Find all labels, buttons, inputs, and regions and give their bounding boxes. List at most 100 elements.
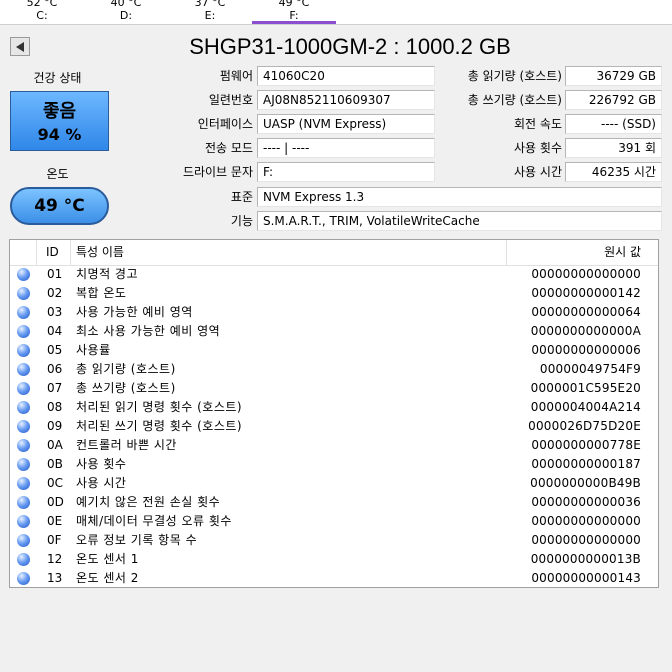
- attribute-raw-value: 00000000000187: [531, 457, 641, 471]
- interface-label: 인터페이스: [197, 117, 253, 131]
- blue-circle-icon: [17, 534, 30, 547]
- previous-drive-button[interactable]: [10, 37, 30, 56]
- temperature-badge[interactable]: 49 °C: [10, 187, 109, 225]
- column-header-name[interactable]: 특성 이름: [76, 240, 124, 265]
- table-row[interactable]: 08 처리된 읽기 명령 횟수 (호스트) 0000004004A214: [10, 398, 658, 417]
- attribute-id: 03: [47, 305, 63, 319]
- attribute-name: 사용 가능한 예비 영역: [76, 305, 193, 319]
- attribute-raw-value: 0000000000778E: [531, 438, 641, 452]
- attribute-raw-value: 0000004004A214: [530, 400, 641, 414]
- attribute-name: 총 읽기량 (호스트): [76, 362, 176, 376]
- health-status-label: 건강 상태: [33, 71, 82, 85]
- attribute-raw-value: 00000000000000: [531, 514, 641, 528]
- power-on-count-value: 391 회: [565, 138, 662, 158]
- drive-letter-label: 드라이브 문자: [182, 165, 253, 179]
- attribute-id: 0B: [47, 457, 63, 471]
- attribute-name: 온도 센서 2: [76, 571, 139, 585]
- blue-circle-icon: [17, 382, 30, 395]
- drive-tab-bar: 52 °C C: 40 °C D: 37 °C E: 49 °C F:: [0, 0, 672, 25]
- blue-circle-icon: [17, 553, 30, 566]
- blue-circle-icon: [17, 477, 30, 490]
- power-on-hours-label: 사용 시간: [514, 165, 562, 179]
- table-row[interactable]: 05 사용률 00000000000006: [10, 341, 658, 360]
- column-header-id[interactable]: ID: [46, 240, 59, 265]
- drive-tab-letter: C:: [36, 9, 48, 22]
- standard-value: NVM Express 1.3: [257, 187, 662, 207]
- rotation-speed-value: ---- (SSD): [565, 114, 662, 134]
- blue-circle-icon: [17, 363, 30, 376]
- drive-tab-c[interactable]: 52 °C C:: [0, 0, 84, 24]
- attribute-name: 사용 횟수: [76, 457, 127, 471]
- drive-tab-letter: E:: [204, 9, 216, 22]
- attribute-id: 0D: [47, 495, 64, 509]
- table-row[interactable]: 0E 매체/데이터 무결성 오류 횟수 00000000000000: [10, 512, 658, 531]
- drive-tab-d[interactable]: 40 °C D:: [84, 0, 168, 24]
- attribute-id: 12: [47, 552, 63, 566]
- blue-circle-icon: [17, 344, 30, 357]
- table-row[interactable]: 02 복합 온도 00000000000142: [10, 284, 658, 303]
- blue-circle-icon: [17, 572, 30, 585]
- attribute-id: 0A: [47, 438, 63, 452]
- features-value: S.M.A.R.T., TRIM, VolatileWriteCache: [257, 211, 662, 231]
- drive-tab-letter: F:: [289, 9, 299, 22]
- table-row[interactable]: 01 치명적 경고 00000000000000: [10, 265, 658, 284]
- drive-letter-value: F:: [257, 162, 435, 182]
- firmware-value: 41060C20: [257, 66, 435, 86]
- drive-tab-f[interactable]: 49 °C F:: [252, 0, 336, 24]
- attribute-id: 08: [47, 400, 63, 414]
- blue-circle-icon: [17, 287, 30, 300]
- attribute-id: 07: [47, 381, 63, 395]
- table-row[interactable]: 07 총 쓰기량 (호스트) 0000001C595E20: [10, 379, 658, 398]
- table-row[interactable]: 0F 오류 정보 기록 항목 수 00000000000000: [10, 531, 658, 550]
- attribute-name: 총 쓰기량 (호스트): [76, 381, 176, 395]
- health-status-badge[interactable]: 좋음 94 %: [10, 91, 109, 151]
- smart-attributes-table[interactable]: ID 특성 이름 원시 값 01 치명적 경고 00000000000000 02 복합…: [9, 239, 659, 588]
- table-row[interactable]: 03 사용 가능한 예비 영역 00000000000064: [10, 303, 658, 322]
- column-header-raw-value[interactable]: 원시 값: [604, 240, 641, 265]
- blue-circle-icon: [17, 496, 30, 509]
- column-separator: [70, 240, 71, 265]
- attribute-id: 01: [47, 267, 63, 281]
- attribute-name: 예기치 않은 전원 손실 횟수: [76, 495, 221, 509]
- drive-title: SHGP31-1000GM-2 : 1000.2 GB: [189, 34, 511, 59]
- drive-tab-e[interactable]: 37 °C E:: [168, 0, 252, 24]
- attribute-raw-value: 0000001C595E20: [530, 381, 641, 395]
- blue-circle-icon: [17, 306, 30, 319]
- drive-tab-temp: 49 °C: [278, 0, 310, 9]
- attribute-id: 0F: [47, 533, 62, 547]
- health-status-text: 좋음: [42, 101, 77, 122]
- total-write-value: 226792 GB: [565, 90, 662, 110]
- table-row[interactable]: 0C 사용 시간 0000000000B49B: [10, 474, 658, 493]
- table-row[interactable]: 0A 컨트롤러 바쁜 시간 0000000000778E: [10, 436, 658, 455]
- table-row[interactable]: 13 온도 센서 2 00000000000143: [10, 569, 658, 587]
- column-separator: [36, 240, 37, 265]
- total-write-label: 총 쓰기량 (호스트): [467, 93, 562, 107]
- attribute-id: 06: [47, 362, 63, 376]
- standard-label: 표준: [230, 190, 253, 204]
- attribute-name: 매체/데이터 무결성 오류 횟수: [76, 514, 232, 528]
- table-row[interactable]: 06 총 읽기량 (호스트) 00000049754F9: [10, 360, 658, 379]
- drive-tab-temp: 40 °C: [110, 0, 142, 9]
- triangle-left-icon: [16, 42, 24, 52]
- rotation-speed-label: 회전 속도: [514, 117, 562, 131]
- table-row[interactable]: 0D 예기치 않은 전원 손실 횟수 00000000000036: [10, 493, 658, 512]
- serial-label: 일련번호: [208, 93, 253, 107]
- power-on-hours-value: 46235 시간: [565, 162, 662, 182]
- attribute-name: 치명적 경고: [76, 267, 139, 281]
- attribute-raw-value: 00000000000000: [531, 267, 641, 281]
- table-row[interactable]: 04 최소 사용 가능한 예비 영역 0000000000000A: [10, 322, 658, 341]
- blue-circle-icon: [17, 515, 30, 528]
- attribute-raw-value: 00000000000064: [531, 305, 641, 319]
- drive-tab-temp: 37 °C: [194, 0, 226, 9]
- table-row[interactable]: 09 처리된 쓰기 명령 횟수 (호스트) 0000026D75D20E: [10, 417, 658, 436]
- attribute-raw-value: 0000000000000A: [530, 324, 641, 338]
- blue-circle-icon: [17, 458, 30, 471]
- attribute-raw-value: 00000000000142: [531, 286, 641, 300]
- table-row[interactable]: 12 온도 센서 1 0000000000013B: [10, 550, 658, 569]
- attribute-id: 0C: [47, 476, 64, 490]
- power-on-count-label: 사용 횟수: [514, 141, 562, 155]
- health-percent: 94 %: [37, 125, 82, 144]
- table-row[interactable]: 0B 사용 횟수 00000000000187: [10, 455, 658, 474]
- attribute-raw-value: 00000000000143: [531, 571, 641, 585]
- temperature-label: 온도: [46, 167, 69, 181]
